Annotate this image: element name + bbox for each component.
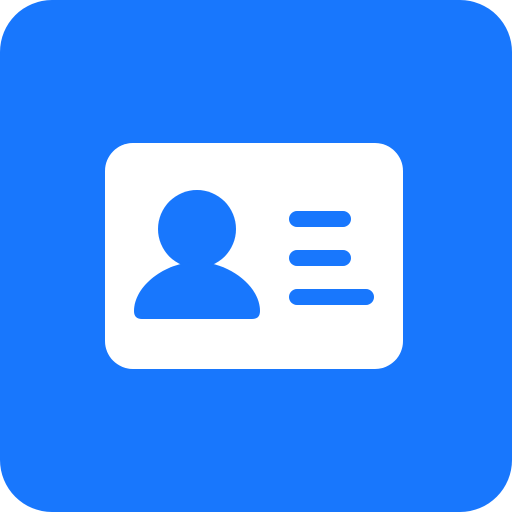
- info-line: [289, 211, 351, 227]
- app-icon-stage: [0, 0, 512, 512]
- avatar-head: [158, 190, 236, 268]
- info-line: [289, 289, 374, 305]
- contact-card-icon[interactable]: [0, 0, 512, 512]
- id-card: [105, 143, 403, 369]
- info-line: [289, 250, 351, 266]
